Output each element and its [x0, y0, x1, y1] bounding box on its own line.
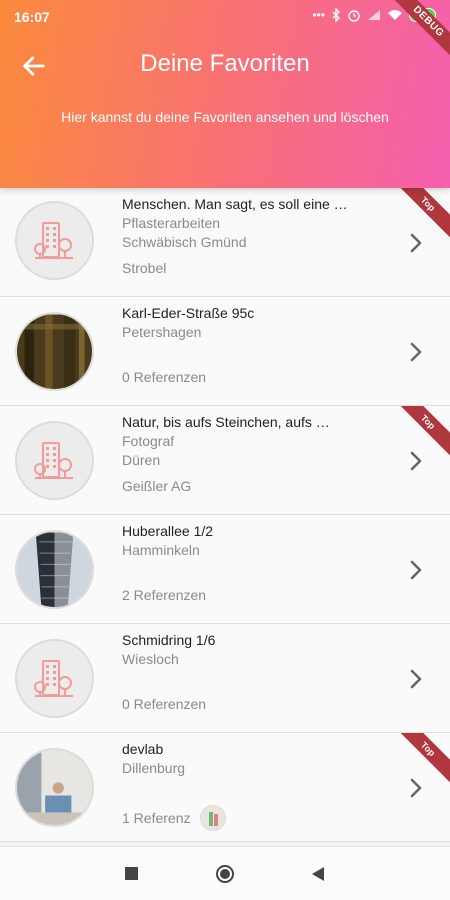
bluetooth-icon — [332, 8, 340, 22]
favorite-text: Schmidring 1/6 Wiesloch — [122, 632, 382, 689]
reference-label: Strobel — [122, 260, 167, 276]
reference-thumbnail — [200, 805, 227, 831]
reference-label: 0 Referenzen — [122, 696, 207, 712]
favorites-list: Menschen. Man sagt, es soll eine … Pflast… — [0, 188, 450, 842]
favorite-text: Karl-Eder-Straße 95c Petershagen — [122, 305, 382, 362]
chevron-right-icon[interactable] — [408, 777, 424, 799]
favorite-line3 — [122, 779, 382, 798]
favorite-text: Natur, bis aufs Steinchen, aufs … Fotogra… — [122, 414, 382, 471]
favorite-line3: Schwäbisch Gmünd — [122, 234, 247, 250]
chevron-right-icon[interactable] — [408, 232, 424, 254]
wifi-icon — [387, 10, 402, 20]
favorite-line1: Natur, bis aufs Steinchen, aufs … — [122, 414, 330, 430]
favorite-line2: Fotograf — [122, 433, 175, 449]
favorite-line3 — [122, 670, 382, 689]
favorite-line2: Petershagen — [122, 324, 202, 340]
avatar-photo — [15, 312, 94, 391]
reference-label: 2 Referenzen — [122, 587, 207, 603]
favorite-line1: Menschen. Man sagt, es soll eine … — [122, 196, 348, 212]
favorite-line2: Hamminkeln — [122, 542, 200, 558]
building-placeholder-icon — [15, 639, 94, 718]
building-placeholder-icon — [15, 421, 94, 500]
favorite-reference: 0 Referenzen — [122, 696, 206, 712]
favorite-line2: Wiesloch — [122, 651, 179, 667]
favorite-text: Huberallee 1/2 Hamminkeln — [122, 523, 382, 580]
avatar-photo — [15, 748, 94, 827]
chevron-right-icon[interactable] — [408, 559, 424, 581]
favorite-reference: Geißler AG — [122, 478, 191, 494]
favorite-line3 — [122, 561, 382, 580]
app-header: 16:07 ••• 100 DEBUG Deine Favoriten Hier… — [0, 0, 450, 188]
home-button[interactable] — [215, 864, 235, 884]
favorite-line1: Huberallee 1/2 — [122, 523, 214, 539]
dots-icon: ••• — [312, 8, 325, 22]
page-subtitle: Hier kannst du deine Favoriten ansehen u… — [61, 109, 389, 125]
reference-label: Geißler AG — [122, 478, 192, 494]
avatar-photo — [15, 530, 94, 609]
reference-label: 1 Referenz — [122, 810, 191, 826]
recents-button[interactable] — [125, 867, 138, 880]
favorite-line1: Schmidring 1/6 — [122, 632, 216, 648]
system-nav-bar — [0, 846, 450, 900]
favorite-item[interactable]: Natur, bis aufs Steinchen, aufs … Fotogra… — [0, 406, 450, 515]
favorite-line1: Karl-Eder-Straße 95c — [122, 305, 255, 321]
favorite-reference: 2 Referenzen — [122, 587, 206, 603]
favorite-reference: 1 Referenz — [122, 805, 227, 831]
reference-label: 0 Referenzen — [122, 369, 207, 385]
favorite-line2: Pflasterarbeiten — [122, 215, 221, 231]
favorite-reference: Strobel — [122, 260, 166, 276]
status-bar: 16:07 ••• 100 — [0, 0, 450, 34]
building-placeholder-icon — [15, 201, 94, 280]
favorite-item[interactable]: Huberallee 1/2 Hamminkeln 2 Referenzen — [0, 515, 450, 624]
status-time: 16:07 — [14, 9, 50, 25]
alarm-icon — [348, 10, 360, 22]
back-button[interactable] — [311, 866, 325, 882]
favorite-line3 — [122, 343, 382, 362]
favorite-line3: Düren — [122, 452, 161, 468]
favorite-line2: Dillenburg — [122, 760, 186, 776]
signal-icon — [367, 10, 380, 20]
favorite-line1: devlab — [122, 741, 164, 757]
chevron-right-icon[interactable] — [408, 668, 424, 690]
favorite-text: Menschen. Man sagt, es soll eine … Pflast… — [122, 196, 382, 253]
page-title: Deine Favoriten — [140, 50, 310, 77]
favorite-item[interactable]: Schmidring 1/6 Wiesloch 0 Referenzen — [0, 624, 450, 733]
chevron-right-icon[interactable] — [408, 450, 424, 472]
chevron-right-icon[interactable] — [408, 341, 424, 363]
favorite-text: devlab Dillenburg — [122, 741, 382, 798]
favorite-item[interactable]: devlab Dillenburg 1 Referenz Top — [0, 733, 450, 842]
favorite-reference: 0 Referenzen — [122, 369, 206, 385]
favorite-item[interactable]: Karl-Eder-Straße 95c Petershagen 0 Referen… — [0, 297, 450, 406]
favorite-item[interactable]: Menschen. Man sagt, es soll eine … Pflast… — [0, 188, 450, 297]
